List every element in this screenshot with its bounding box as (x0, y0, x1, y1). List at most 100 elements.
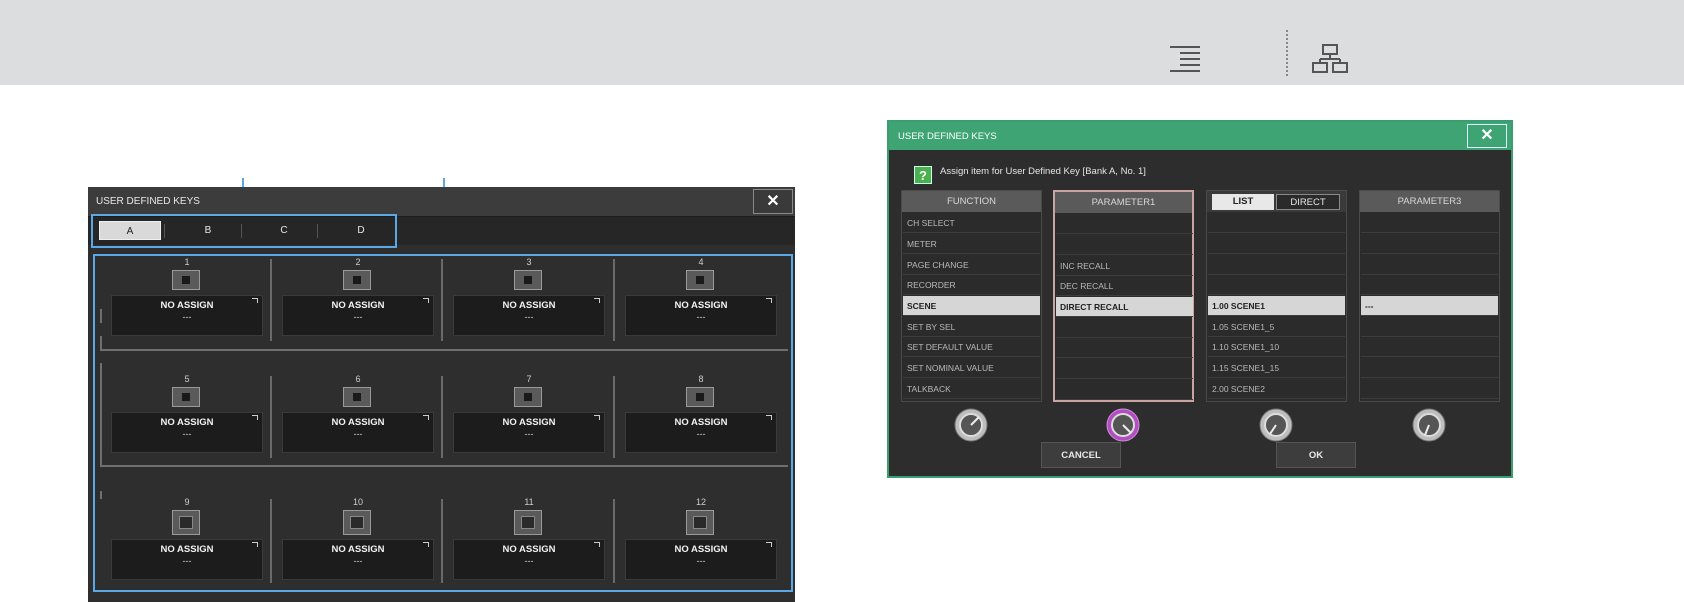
key-assign-box[interactable]: NO ASSIGN --- (453, 539, 605, 580)
key-button[interactable] (686, 270, 714, 290)
parameter1-list: PARAMETER1 INC RECALL DEC RECALL DIRECT … (1053, 190, 1194, 402)
key-value: --- (696, 556, 706, 566)
list-item[interactable] (1056, 235, 1193, 255)
key-assign-box[interactable]: NO ASSIGN --- (282, 412, 434, 453)
list-mode-button[interactable]: LIST (1212, 194, 1274, 210)
close-button[interactable]: ✕ (753, 189, 793, 214)
list-item[interactable]: CH SELECT (903, 213, 1040, 233)
parameter2-list: LIST DIRECT 1.00 SCENE1 1.05 SCENE1_5 1.… (1206, 190, 1347, 402)
key-assign-box[interactable]: NO ASSIGN --- (111, 295, 263, 336)
list-item[interactable]: 1.15 SCENE1_15 (1208, 358, 1345, 378)
key-button[interactable] (172, 387, 200, 407)
key-button[interactable] (514, 510, 542, 535)
list-item-selected[interactable]: 1.00 SCENE1 (1208, 296, 1345, 316)
hierarchy-icon[interactable] (1312, 44, 1348, 74)
key-button[interactable] (343, 510, 371, 535)
list-item[interactable]: 2.00 SCENE2 (1208, 379, 1345, 399)
list-item[interactable]: SET BY SEL (903, 317, 1040, 337)
list-item-selected[interactable]: DIRECT RECALL (1056, 297, 1193, 317)
list-item[interactable]: TALKBACK (903, 379, 1040, 399)
list-item[interactable] (1361, 317, 1498, 337)
bank-tab-c[interactable]: C (253, 221, 315, 240)
bank-tab-a[interactable]: A (99, 221, 161, 240)
key-name: NO ASSIGN (331, 300, 385, 311)
key-value: --- (182, 556, 192, 566)
list-item[interactable] (1361, 337, 1498, 357)
parameter1-knob-icon[interactable] (1106, 408, 1140, 442)
list-item[interactable] (1208, 213, 1345, 233)
key-assign-box[interactable]: NO ASSIGN --- (453, 412, 605, 453)
list-item-selected[interactable]: SCENE (903, 296, 1040, 316)
edit-corner-icon (766, 542, 772, 547)
direct-mode-button[interactable]: DIRECT (1276, 194, 1340, 210)
list-item[interactable]: SET NOMINAL VALUE (903, 358, 1040, 378)
list-item[interactable] (1056, 359, 1193, 379)
key-value: --- (524, 312, 534, 322)
dialog-title: USER DEFINED KEYS (898, 131, 997, 142)
list-item[interactable]: METER (903, 234, 1040, 254)
list-item[interactable]: INC RECALL (1056, 256, 1193, 276)
key-button[interactable] (172, 510, 200, 535)
parameter3-knob-icon[interactable] (1412, 408, 1446, 442)
key-button[interactable] (172, 270, 200, 290)
key-value: --- (696, 429, 706, 439)
list-item[interactable] (1208, 234, 1345, 254)
key-indicator (696, 276, 704, 284)
dialog-close-button[interactable]: ✕ (1467, 124, 1507, 148)
edit-corner-icon (252, 542, 258, 547)
list-item[interactable] (1361, 213, 1498, 233)
list-item[interactable] (1208, 275, 1345, 295)
key-assign-box[interactable]: NO ASSIGN --- (111, 412, 263, 453)
edit-corner-icon (423, 542, 429, 547)
key-button[interactable] (343, 270, 371, 290)
list-item[interactable] (1056, 338, 1193, 358)
bank-divider (241, 224, 242, 238)
list-item[interactable]: 1.10 SCENE1_10 (1208, 337, 1345, 357)
ok-button[interactable]: OK (1276, 442, 1356, 468)
help-icon[interactable]: ? (914, 166, 932, 184)
list-item-selected[interactable]: --- (1361, 296, 1498, 316)
list-item[interactable] (1361, 275, 1498, 295)
help-text: Assign item for User Defined Key [Bank A… (940, 166, 1146, 177)
list-item[interactable] (1056, 318, 1193, 338)
key-assign-box[interactable]: NO ASSIGN --- (625, 412, 777, 453)
list-item[interactable]: SET DEFAULT VALUE (903, 337, 1040, 357)
list-item[interactable] (1056, 380, 1193, 400)
bank-tab-b[interactable]: B (177, 221, 239, 240)
parameter1-header: PARAMETER1 (1055, 192, 1192, 213)
list-item[interactable] (1361, 379, 1498, 399)
key-button[interactable] (514, 387, 542, 407)
column-divider (441, 499, 443, 583)
function-knob-icon[interactable] (954, 408, 988, 442)
list-item[interactable]: PAGE CHANGE (903, 255, 1040, 275)
key-button[interactable] (343, 387, 371, 407)
top-toolbar (0, 0, 1684, 85)
column-divider (441, 259, 443, 341)
key-indicator (521, 516, 535, 529)
list-item[interactable] (1361, 255, 1498, 275)
key-assign-box[interactable]: NO ASSIGN --- (111, 539, 263, 580)
parameter2-knob-icon[interactable] (1259, 408, 1293, 442)
bank-tab-d[interactable]: D (330, 221, 392, 240)
key-button[interactable] (686, 510, 714, 535)
key-button[interactable] (686, 387, 714, 407)
list-item[interactable]: DEC RECALL (1056, 276, 1193, 296)
key-value: --- (182, 312, 192, 322)
align-right-icon[interactable] (1168, 44, 1202, 72)
column-divider (270, 259, 272, 341)
list-item[interactable]: 1.05 SCENE1_5 (1208, 317, 1345, 337)
list-item[interactable] (1361, 234, 1498, 254)
key-assign-box[interactable]: NO ASSIGN --- (453, 295, 605, 336)
list-item[interactable] (1361, 358, 1498, 378)
key-assign-box[interactable]: NO ASSIGN --- (282, 539, 434, 580)
list-item[interactable] (1208, 255, 1345, 275)
cancel-button[interactable]: CANCEL (1041, 442, 1121, 468)
key-name: NO ASSIGN (160, 417, 214, 428)
key-assign-box[interactable]: NO ASSIGN --- (282, 295, 434, 336)
key-assign-box[interactable]: NO ASSIGN --- (625, 539, 777, 580)
list-item[interactable] (1056, 214, 1193, 234)
key-name: NO ASSIGN (674, 417, 728, 428)
key-assign-box[interactable]: NO ASSIGN --- (625, 295, 777, 336)
list-item[interactable]: RECORDER (903, 275, 1040, 295)
key-button[interactable] (514, 270, 542, 290)
